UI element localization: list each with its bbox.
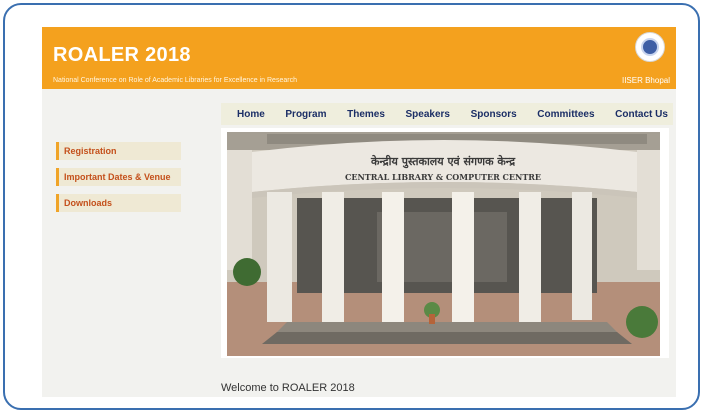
seal-emblem-icon — [641, 38, 659, 56]
main-nav: Home Program Themes Speakers Sponsors Co… — [221, 103, 673, 125]
browser-frame: ROALER 2018 National Conference on Role … — [3, 3, 700, 410]
site-header: ROALER 2018 National Conference on Role … — [42, 27, 676, 89]
hero-photo-panel: केन्द्रीय पुस्तकालय एवं संगणक केन्द्र CE… — [221, 128, 669, 358]
nav-item-committees[interactable]: Committees — [537, 109, 594, 120]
sidebar-menu: Registration Important Dates & Venue Dow… — [56, 142, 181, 220]
nav-item-speakers[interactable]: Speakers — [406, 109, 450, 120]
nav-item-themes[interactable]: Themes — [347, 109, 385, 120]
nav-item-sponsors[interactable]: Sponsors — [471, 109, 517, 120]
hindi-sign: केन्द्रीय पुस्तकालय एवं संगणक केन्द्र — [370, 154, 516, 169]
site-title[interactable]: ROALER 2018 — [53, 44, 191, 67]
web-page: ROALER 2018 National Conference on Role … — [42, 27, 676, 397]
nav-item-program[interactable]: Program — [285, 109, 326, 120]
nav-item-home[interactable]: Home — [237, 109, 265, 120]
sidebar-item-registration[interactable]: Registration — [56, 142, 181, 160]
sidebar-item-downloads[interactable]: Downloads — [56, 194, 181, 212]
sidebar-item-important-dates-venue[interactable]: Important Dates & Venue — [56, 168, 181, 186]
site-subtitle: National Conference on Role of Academic … — [53, 77, 297, 84]
welcome-heading: Welcome to ROALER 2018 — [221, 382, 355, 394]
institute-name: IISER Bhopal — [621, 76, 670, 85]
english-sign: CENTRAL LIBRARY & COMPUTER CENTRE — [345, 172, 541, 182]
iiser-seal-logo[interactable] — [635, 32, 665, 62]
library-building-illustration: केन्द्रीय पुस्तकालय एवं संगणक केन्द्र CE… — [227, 132, 660, 356]
nav-item-contact-us[interactable]: Contact Us — [615, 109, 668, 120]
library-building-photo: केन्द्रीय पुस्तकालय एवं संगणक केन्द्र CE… — [227, 132, 660, 356]
